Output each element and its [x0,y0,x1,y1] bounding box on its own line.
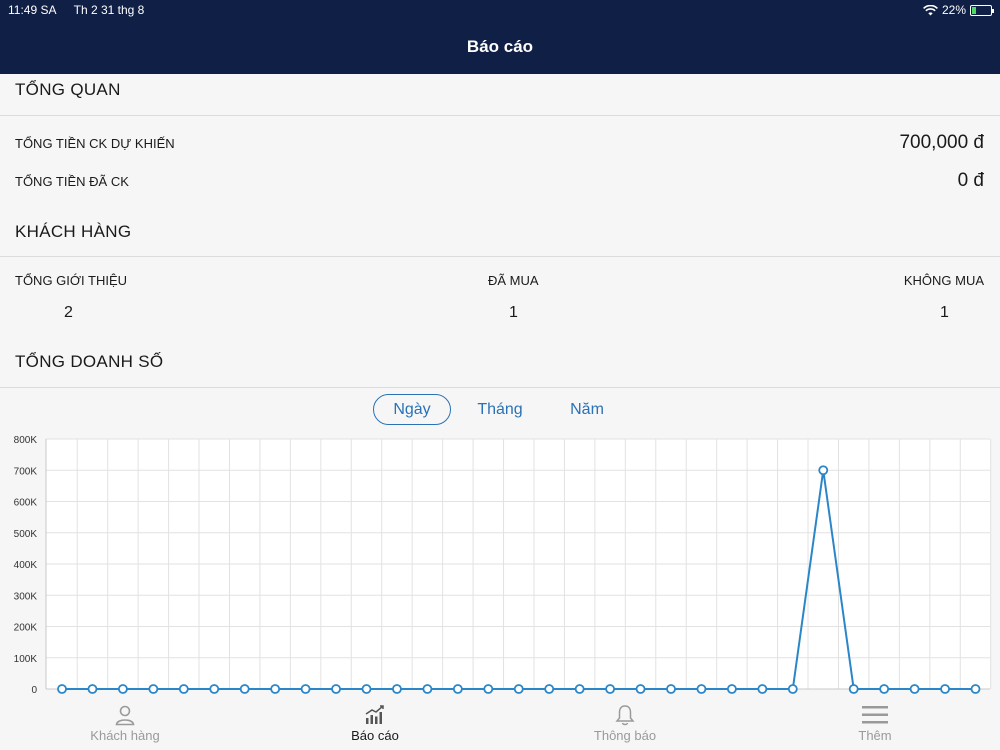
data-point [787,684,798,694]
y-tick-label: 0 [31,685,37,696]
total-referred-value: 2 [64,304,73,321]
bottom-tab-bar: Khách hàng Báo cáo Thông báo Thêm [0,700,1000,750]
tabbar-label-more: Thêm [858,728,892,743]
period-tabs: Ngày Tháng Năm [0,394,1000,426]
expected-transfer-label: TỔNG TIỀN CK DỰ KHIẾN [15,136,175,151]
report-chart-icon [365,705,384,724]
data-point [513,684,524,694]
tabbar-item-reports[interactable]: Báo cáo [250,700,500,750]
data-point [239,684,250,694]
data-point [392,684,402,694]
sales-chart-svg: 0 100K 200K 300K 400K 500K 600K 700K 800K [14,435,992,696]
tabbar-label-customers: Khách hàng [90,728,160,743]
battery-percent: 22% [941,3,966,17]
data-point [331,684,341,694]
transferred-value: 0 đ [957,170,984,191]
page-title: Báo cáo [466,37,534,56]
y-tick-label: 600K [14,498,38,509]
not-purchased-value: 1 [940,304,949,321]
status-right: 22% [923,3,994,17]
transferred-label: TỔNG TIỀN ĐÃ CK [15,174,129,189]
data-point [940,684,950,694]
data-point [696,684,707,694]
y-tick-label: 400K [14,560,38,571]
y-tick-label: 800K [14,435,38,446]
y-tick-label: 300K [14,591,38,602]
data-point [544,684,555,694]
menu-icon [862,706,888,724]
status-date: Th 2 31 thg 8 [73,3,145,17]
data-point [178,684,189,694]
status-time: 11:49 SA [8,3,57,17]
y-tick-label: 700K [14,466,38,477]
data-point [757,684,768,694]
app-header: 11:49 SA Th 2 31 thg 8 22% Báo cáo [0,0,1000,74]
sales-chart: 0 100K 200K 300K 400K 500K 600K 700K 800K [0,430,1000,700]
not-purchased-label: KHÔNG MUA [903,273,984,288]
data-point [635,684,646,694]
tabbar-item-more[interactable]: Thêm [750,700,1000,750]
sales-divider [0,387,1000,388]
data-point [209,684,220,694]
y-tick-label: 500K [14,529,38,540]
wifi-icon [923,4,938,15]
bell-icon [615,705,635,726]
data-point [909,684,920,694]
y-tick-label: 100K [14,654,38,665]
tabbar-label-notifications: Thông báo [593,728,657,743]
purchased-label: ĐÃ MUA [488,273,539,288]
customers-title: KHÁCH HÀNG [15,222,132,241]
data-point [666,684,676,694]
data-point [605,684,615,694]
purchased-value: 1 [509,304,518,321]
tabbar-item-customers[interactable]: Khách hàng [0,700,250,750]
data-point [361,684,372,694]
data-point [483,684,494,694]
sales-title: TỔNG DOANH SỐ [15,352,164,371]
tab-year[interactable]: Năm [550,394,624,425]
total-referred-label: TỔNG GIỚI THIỆU [15,273,128,288]
overview-divider [0,115,1000,116]
data-point [300,684,311,694]
status-left: 11:49 SA Th 2 31 thg 8 [8,3,158,17]
data-point [727,684,737,694]
tabbar-item-notifications[interactable]: Thông báo [500,700,750,750]
data-point [87,684,98,694]
data-point [879,684,890,694]
data-point [818,465,829,476]
data-point [422,684,433,694]
data-point [574,684,585,694]
y-tick-label: 200K [14,623,38,634]
expected-transfer-value: 700,000 đ [899,132,984,153]
data-point [118,684,128,694]
battery-icon [970,4,994,16]
tab-day[interactable]: Ngày [373,394,451,425]
customers-divider [0,256,1000,257]
data-point [270,684,281,694]
person-icon [115,705,135,726]
data-point [970,684,981,694]
tabbar-label-reports: Báo cáo [351,728,399,743]
data-point [57,684,67,694]
data-point [452,684,463,694]
status-bar: 11:49 SA Th 2 31 thg 8 22% [0,0,1000,20]
overview-title: TỔNG QUAN [15,80,121,99]
data-point [148,684,159,694]
data-point [848,684,859,694]
battery-fill [972,6,976,14]
tab-month[interactable]: Tháng [462,394,538,425]
